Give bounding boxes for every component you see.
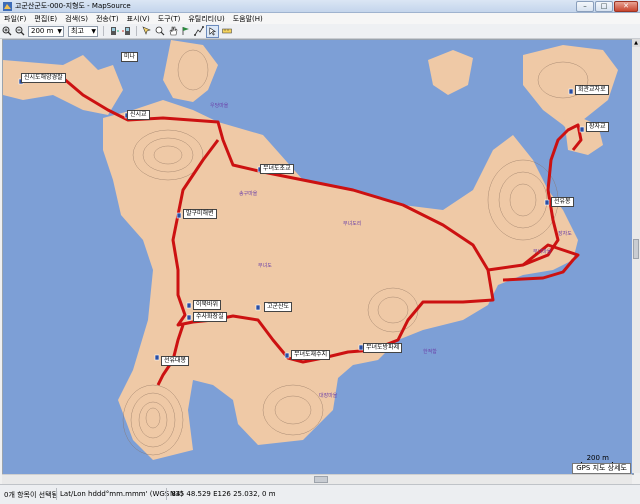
waypoint-label[interactable]: 고군산도: [264, 302, 293, 312]
magnifier-tool-icon[interactable]: [154, 26, 165, 37]
waypoint-label[interactable]: 선유대봉: [161, 356, 190, 366]
place-text: 우당마을: [210, 103, 229, 109]
mapsource-app-icon: [3, 1, 12, 11]
window-title: 고군산군도-000-지형도 - MapSource: [15, 2, 131, 10]
menu-help[interactable]: 도움말(H): [229, 14, 267, 24]
waypoint-label[interactable]: 신시교: [127, 110, 150, 120]
menu-transfer[interactable]: 전송(T): [92, 14, 123, 24]
chevron-down-icon: ▼: [91, 27, 96, 35]
selection-tool-icon[interactable]: [206, 24, 219, 38]
toolbar: 200 m ▼ 최고 ▼: [0, 24, 640, 39]
place-text: 한적함: [423, 349, 437, 355]
zoom-in-icon[interactable]: [1, 26, 12, 37]
horizontal-scrollbar[interactable]: [2, 474, 632, 484]
measure-tool-icon[interactable]: [221, 26, 232, 37]
place-text: 무녀마을: [533, 249, 552, 255]
topographic-map[interactable]: [3, 40, 633, 474]
map-detail-value: 최고: [71, 26, 84, 35]
waypoint-label[interactable]: 무녀도방파제: [363, 343, 403, 353]
send-to-device-icon[interactable]: [121, 26, 132, 37]
map-detail-select[interactable]: 최고 ▼: [68, 25, 98, 37]
chevron-down-icon: ▼: [57, 27, 62, 35]
waypoint-label[interactable]: 이북바위: [193, 300, 222, 310]
waypoint-marker-icon[interactable]: [568, 88, 574, 95]
zoom-tool-icon[interactable]: [141, 26, 152, 37]
zoom-out-icon[interactable]: [14, 26, 25, 37]
toolbar-separator: [136, 26, 137, 36]
status-coordinates: N35 48.529 E126 25.032, 0 m: [170, 490, 276, 498]
zoom-scale-select[interactable]: 200 m ▼: [28, 25, 64, 37]
place-text: 대장마을: [319, 393, 338, 399]
vertical-scroll-thumb[interactable]: [633, 239, 639, 259]
waypoint-marker-icon[interactable]: [186, 314, 192, 321]
waypoint-marker-icon[interactable]: [255, 304, 261, 311]
waypoint-label[interactable]: 무녀도재수지: [291, 350, 331, 360]
route-tool-icon[interactable]: [193, 26, 204, 37]
waypoint-label[interactable]: 신시도해양경찰: [21, 73, 66, 83]
minimize-button[interactable]: –: [576, 1, 594, 12]
waypoint-label[interactable]: 수사화장실: [193, 312, 227, 322]
toolbar-separator: [103, 26, 104, 36]
waypoint-marker-icon[interactable]: [544, 199, 550, 206]
scale-bar: 200 m: [580, 454, 613, 466]
maximize-button[interactable]: □: [595, 1, 613, 12]
status-divider: [166, 488, 167, 500]
receive-from-device-icon[interactable]: [108, 26, 119, 37]
status-coordinate-format: Lat/Lon hddd°mm.mmm' (WGS 84): [60, 490, 184, 498]
waypoint-label[interactable]: 말구미해변: [183, 209, 217, 219]
vertical-scrollbar[interactable]: ▲: [632, 39, 640, 473]
place-text: 무녀도: [258, 263, 272, 269]
waypoint-marker-icon[interactable]: [176, 212, 182, 219]
waypoint-label[interactable]: 선유봉: [551, 197, 574, 207]
status-bar: 0개 항목이 선택됨 Lat/Lon hddd°mm.mmm' (WGS 84)…: [0, 484, 640, 504]
waypoint-label[interactable]: 회관교차로: [575, 85, 609, 95]
gps-detail-label: GPS 지도 상세도: [572, 463, 631, 474]
menu-file[interactable]: 파일(F): [0, 14, 30, 24]
close-button[interactable]: ✕: [614, 1, 638, 12]
hand-tool-icon[interactable]: [167, 26, 178, 37]
zoom-scale-value: 200 m: [31, 26, 54, 35]
place-text: 무녀도리: [343, 221, 362, 227]
menu-view[interactable]: 표시(V): [123, 14, 154, 24]
menu-edit[interactable]: 편집(E): [30, 14, 61, 24]
waypoint-label[interactable]: 무녀도초교: [260, 164, 294, 174]
title-bar: 고군산군도-000-지형도 - MapSource – □ ✕: [0, 0, 640, 13]
menu-bar: 파일(F) 편집(E) 검색(S) 전송(T) 표시(V) 도구(T) 유틸리티…: [0, 13, 640, 24]
menu-tools[interactable]: 도구(T): [154, 14, 185, 24]
waypoint-tool-icon[interactable]: [180, 26, 191, 37]
status-selection: 0개 항목이 선택됨: [4, 491, 58, 499]
waypoint-marker-icon[interactable]: [154, 354, 160, 361]
place-text: 장자도: [558, 231, 572, 237]
waypoint-marker-icon[interactable]: [186, 302, 192, 309]
scroll-up-icon[interactable]: ▲: [632, 39, 640, 47]
map-view[interactable]: 신시도해양경찰 신시교 무녀도초교 말구미해변 이북바위 수사화장실 무녀도재수…: [2, 39, 634, 475]
place-text: 송구마을: [239, 191, 258, 197]
waypoint-marker-icon[interactable]: [284, 352, 290, 359]
horizontal-scroll-thumb[interactable]: [314, 476, 328, 483]
menu-search[interactable]: 검색(S): [61, 14, 92, 24]
waypoint-label[interactable]: 장자교: [586, 122, 609, 132]
place-label-top: 미나: [121, 52, 139, 62]
waypoint-marker-icon[interactable]: [579, 126, 585, 133]
scale-text: 200 m: [586, 454, 609, 462]
menu-utilities[interactable]: 유틸리티(U): [184, 14, 228, 24]
status-divider: [56, 488, 57, 500]
